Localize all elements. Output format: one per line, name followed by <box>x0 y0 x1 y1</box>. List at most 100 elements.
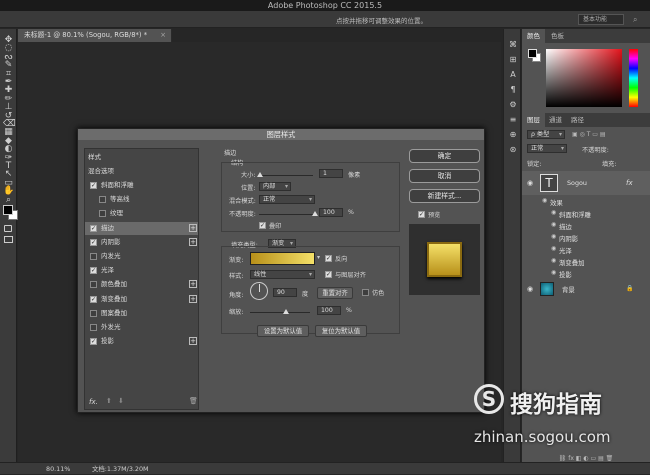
effect-visibility-icon[interactable]: ◉ <box>551 221 556 228</box>
effect-checkbox[interactable] <box>90 324 97 331</box>
effect-item[interactable]: 纹理 <box>85 207 198 220</box>
panel-shortcut-icon[interactable]: ⊛ <box>507 144 519 155</box>
fx-menu-icon[interactable]: fx. <box>89 398 98 406</box>
cancel-button[interactable]: 取消 <box>409 169 480 183</box>
effect-checkbox[interactable] <box>90 253 97 260</box>
delete-effect-icon[interactable]: 🗑 <box>189 397 198 405</box>
visibility-eye-icon[interactable]: ◉ <box>527 285 533 293</box>
effect-visibility-icon[interactable]: ◉ <box>551 269 556 276</box>
effect-visibility-icon[interactable]: ◉ <box>542 197 547 204</box>
effect-checkbox[interactable]: ✓ <box>90 224 97 232</box>
tab-swatches[interactable]: 色板 <box>546 29 569 43</box>
reset-alignment-button[interactable]: 重置对齐 <box>317 287 353 299</box>
new-style-button[interactable]: 新建样式... <box>409 189 480 203</box>
document-tab[interactable]: 未标题-1 @ 80.1% (Sogou, RGB/8*) * × <box>18 29 172 42</box>
effect-checkbox[interactable]: ✓ <box>90 338 97 346</box>
screen-mode-icon[interactable] <box>4 236 13 243</box>
angle-dial[interactable] <box>250 282 268 300</box>
align-layer-checkbox[interactable]: ✓ <box>325 271 332 278</box>
layer-row[interactable]: ◉ 光泽 <box>522 244 650 255</box>
effect-checkbox[interactable]: ✓ <box>90 295 97 303</box>
add-effect-icon[interactable]: + <box>189 280 197 289</box>
foreground-color-swatch[interactable] <box>3 205 13 215</box>
style-dropdown[interactable]: 线性 <box>250 270 315 279</box>
effect-item[interactable]: 等高线 <box>85 193 198 206</box>
workspace-switcher[interactable]: 基本功能 <box>578 14 624 25</box>
layer-filter-icons[interactable]: ▣ ◎ T ▭ ▤ <box>572 131 606 138</box>
panel-shortcut-icon[interactable]: A <box>507 69 519 80</box>
layer-row[interactable]: ◉ 🔒 背景 <box>522 280 650 298</box>
effect-visibility-icon[interactable]: ◉ <box>551 233 556 240</box>
layer-row[interactable]: ◉ 效果 <box>522 196 650 207</box>
reverse-checkbox[interactable]: ✓ <box>325 255 332 262</box>
overprint-checkbox[interactable]: ✓ <box>259 222 266 229</box>
scale-slider-knob[interactable] <box>283 309 289 314</box>
layer-row[interactable]: ◉ 渐变叠加 <box>522 256 650 267</box>
tab-layers[interactable]: 图层 <box>522 113 545 127</box>
layer-row[interactable]: ◉ 描边 <box>522 220 650 231</box>
hue-slider[interactable] <box>629 49 638 107</box>
quick-mask-icon[interactable] <box>4 225 12 232</box>
effect-checkbox[interactable]: ✓ <box>90 238 97 246</box>
reset-default-button[interactable]: 复位为默认值 <box>315 325 367 337</box>
layer-row[interactable]: ◉ T Sogou fx <box>522 171 650 195</box>
panel-shortcut-icon[interactable]: ⚙ <box>507 99 519 110</box>
effect-item[interactable]: ✓ 斜面和浮雕 <box>85 179 198 192</box>
layer-blend-mode[interactable]: 正常 <box>527 144 567 153</box>
add-effect-icon[interactable]: + <box>189 223 197 232</box>
add-effect-icon[interactable]: + <box>189 237 197 246</box>
ok-button[interactable]: 确定 <box>409 149 480 163</box>
move-down-icon[interactable]: ⬇ <box>118 397 124 405</box>
effect-checkbox[interactable]: ✓ <box>90 267 97 275</box>
angle-input[interactable]: 90 <box>273 288 297 297</box>
search-icon[interactable]: ⌕ <box>633 15 642 24</box>
effect-checkbox[interactable] <box>90 309 97 317</box>
effect-visibility-icon[interactable]: ◉ <box>551 245 556 252</box>
visibility-eye-icon[interactable]: ◉ <box>527 179 533 187</box>
zoom-icon[interactable]: ⌕ <box>3 195 14 206</box>
tab-channels[interactable]: 通道 <box>544 113 567 127</box>
blend-options-item[interactable]: 混合选项 <box>85 165 198 178</box>
effect-item[interactable]: 外发光 <box>85 321 198 334</box>
effect-checkbox[interactable]: ✓ <box>90 182 97 189</box>
effect-checkbox[interactable] <box>90 281 97 289</box>
opacity-input[interactable]: 100 <box>319 208 343 217</box>
close-tab-icon[interactable]: × <box>160 29 166 42</box>
opacity-slider-knob[interactable] <box>312 211 318 216</box>
preview-checkbox[interactable]: ✓ <box>418 211 425 218</box>
layer-row[interactable]: ◉ 投影 <box>522 268 650 279</box>
styles-header[interactable]: 样式 <box>85 151 198 164</box>
panel-shortcut-icon[interactable]: ≡ <box>507 114 519 125</box>
position-dropdown[interactable]: 内部 <box>259 182 291 191</box>
layer-row[interactable]: ◉ 内阴影 <box>522 232 650 243</box>
effect-item[interactable]: ✓ 投影 + <box>85 335 198 348</box>
gradient-dropdown-icon[interactable]: ▾ <box>317 254 320 261</box>
layer-fx-icon[interactable]: fx <box>626 179 633 187</box>
effect-item[interactable]: ✓ 光泽 <box>85 264 198 277</box>
fg-color-chip[interactable] <box>528 49 537 58</box>
effect-item[interactable]: 内发光 <box>85 250 198 263</box>
effect-checkbox[interactable] <box>99 196 106 204</box>
tab-color[interactable]: 颜色 <box>522 29 545 43</box>
effect-item[interactable]: ✓ 渐变叠加 + <box>85 293 198 306</box>
scale-slider[interactable] <box>250 312 310 313</box>
effect-item[interactable]: ✓ 描边 + <box>85 221 198 235</box>
panel-shortcut-icon[interactable]: ⊕ <box>507 129 519 140</box>
tab-paths[interactable]: 路径 <box>566 113 589 127</box>
effect-item[interactable]: ✓ 内阴影 + <box>85 236 198 249</box>
panel-shortcut-icon[interactable]: ⌘ <box>507 39 519 50</box>
set-default-button[interactable]: 设置为默认值 <box>257 325 309 337</box>
add-effect-icon[interactable]: + <box>189 294 197 303</box>
effect-item[interactable]: 颜色叠加 + <box>85 278 198 291</box>
opacity-slider[interactable] <box>259 214 315 215</box>
panel-shortcut-icon[interactable]: ⊞ <box>507 54 519 65</box>
layer-row[interactable]: ◉ 斜面和浮雕 <box>522 208 650 219</box>
scale-input[interactable]: 100 <box>317 306 341 315</box>
color-field[interactable] <box>546 49 622 107</box>
zoom-level[interactable]: 80.11% <box>46 463 70 475</box>
effect-checkbox[interactable] <box>99 210 106 218</box>
effect-item[interactable]: 图案叠加 <box>85 307 198 320</box>
add-effect-icon[interactable]: + <box>189 337 197 346</box>
size-slider[interactable] <box>259 175 313 176</box>
effect-visibility-icon[interactable]: ◉ <box>551 209 556 216</box>
